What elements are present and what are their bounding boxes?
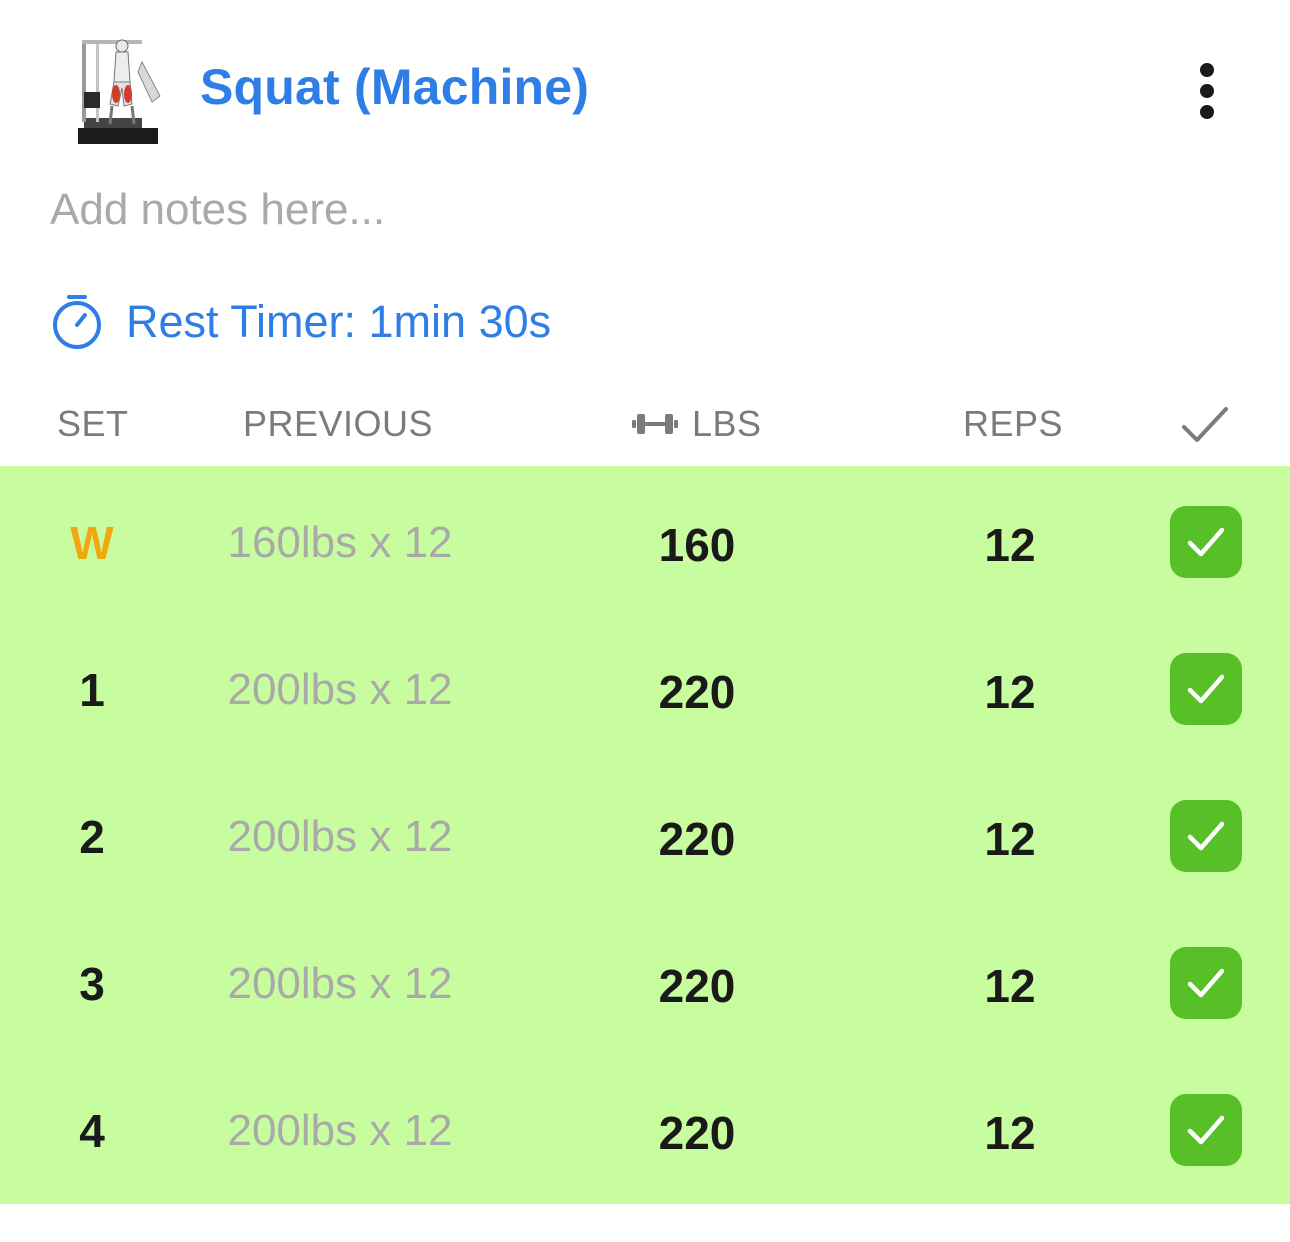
- reps-input[interactable]: 12: [930, 959, 1090, 1013]
- checkmark-icon: [1187, 821, 1225, 851]
- set-number[interactable]: 4: [42, 1104, 142, 1158]
- set-complete-checkbox[interactable]: [1170, 1094, 1242, 1166]
- lbs-input[interactable]: 220: [597, 665, 797, 719]
- rest-timer-label: Rest Timer: 1min 30s: [126, 296, 552, 347]
- reps-input[interactable]: 12: [930, 1106, 1090, 1160]
- notes-input[interactable]: [50, 180, 1230, 240]
- set-complete-checkbox[interactable]: [1170, 506, 1242, 578]
- set-number[interactable]: 2: [42, 810, 142, 864]
- set-row-2: 2 200lbs x 12 220 12: [0, 760, 1290, 907]
- set-number[interactable]: 1: [42, 663, 142, 717]
- lbs-input[interactable]: 220: [597, 959, 797, 1013]
- lbs-input[interactable]: 220: [597, 812, 797, 866]
- check-column-icon[interactable]: [1180, 405, 1230, 445]
- reps-input[interactable]: 12: [930, 812, 1090, 866]
- reps-column-header: REPS: [963, 403, 1064, 444]
- stopwatch-icon: [53, 295, 101, 349]
- checkmark-icon: [1187, 527, 1225, 557]
- lbs-input[interactable]: 220: [597, 1106, 797, 1160]
- set-row-4: 4 200lbs x 12 220 12: [0, 1054, 1290, 1201]
- set-row-1: 1 200lbs x 12 220 12: [0, 613, 1290, 760]
- exercise-title[interactable]: Squat (Machine): [200, 58, 589, 116]
- previous-value[interactable]: 200lbs x 12: [200, 959, 480, 1009]
- exercise-header: Squat (Machine): [0, 0, 1290, 180]
- set-complete-checkbox[interactable]: [1170, 947, 1242, 1019]
- more-options-icon[interactable]: [1182, 55, 1232, 127]
- checkmark-icon: [1187, 1115, 1225, 1145]
- set-complete-checkbox[interactable]: [1170, 653, 1242, 725]
- lbs-input[interactable]: 160: [597, 518, 797, 572]
- lbs-column-header: LBS: [692, 403, 762, 444]
- previous-value[interactable]: 160lbs x 12: [200, 518, 480, 568]
- exercise-thumbnail[interactable]: [72, 32, 164, 150]
- checkmark-icon: [1187, 674, 1225, 704]
- previous-value[interactable]: 200lbs x 12: [200, 1106, 480, 1156]
- set-column-header: SET: [57, 403, 129, 444]
- dumbbell-icon: [632, 414, 678, 434]
- previous-value[interactable]: 200lbs x 12: [200, 812, 480, 862]
- set-row-3: 3 200lbs x 12 220 12: [0, 907, 1290, 1054]
- set-row-warmup: W 160lbs x 12 160 12: [0, 466, 1290, 613]
- reps-input[interactable]: 12: [930, 665, 1090, 719]
- previous-column-header: PREVIOUS: [243, 403, 434, 444]
- sets-table: W 160lbs x 12 160 12 1 200lbs x 12 220 1…: [0, 466, 1290, 1204]
- sets-column-headers: SET PREVIOUS LBS REPS: [0, 395, 1290, 455]
- previous-value[interactable]: 200lbs x 12: [200, 665, 480, 715]
- rest-timer-button[interactable]: Rest Timer: 1min 30s: [50, 290, 551, 354]
- set-complete-checkbox[interactable]: [1170, 800, 1242, 872]
- set-number[interactable]: W: [42, 516, 142, 570]
- set-number[interactable]: 3: [42, 957, 142, 1011]
- reps-input[interactable]: 12: [930, 518, 1090, 572]
- checkmark-icon: [1187, 968, 1225, 998]
